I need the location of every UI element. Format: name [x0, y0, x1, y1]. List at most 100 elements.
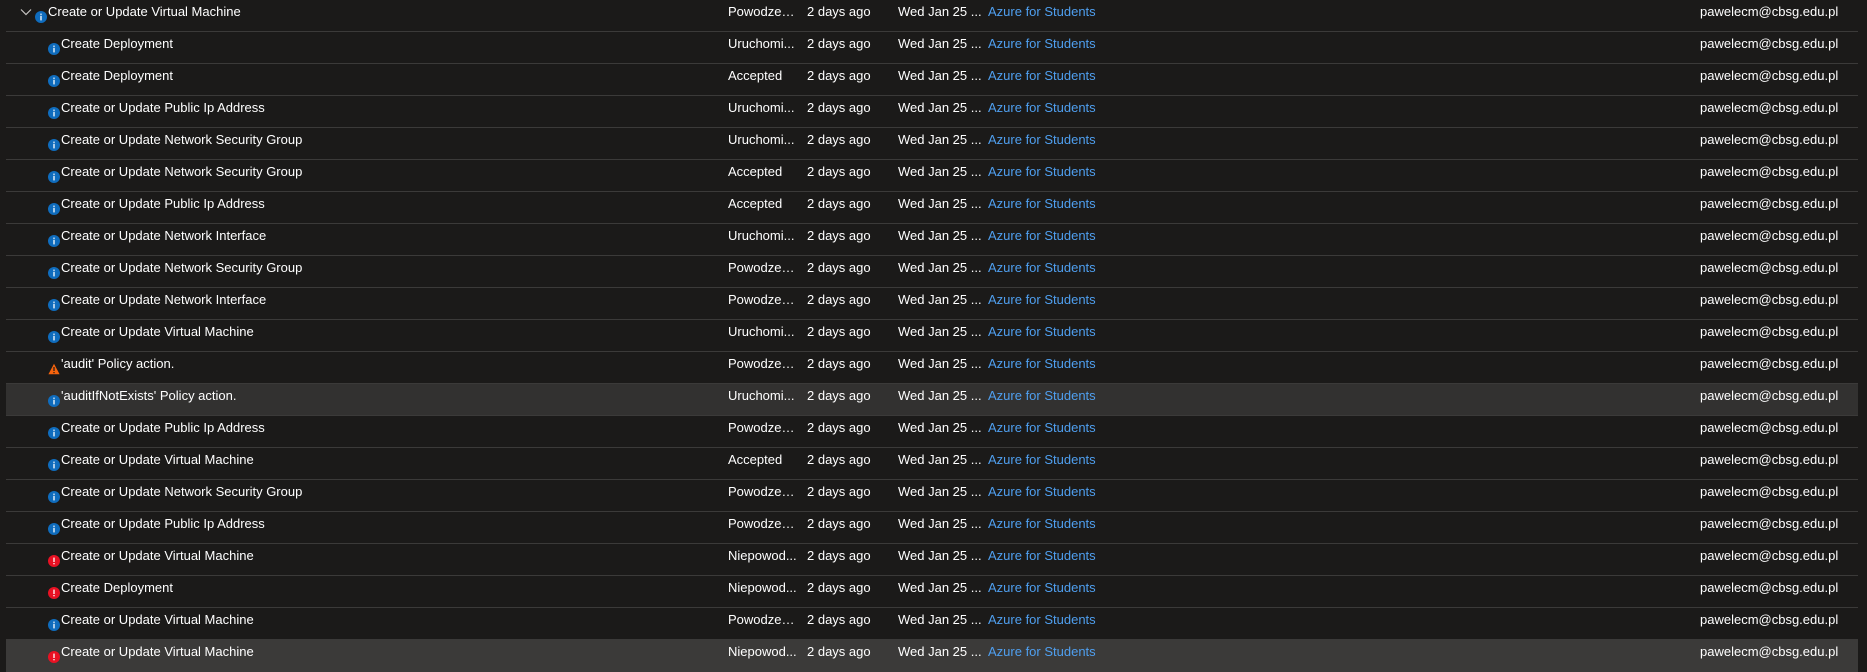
operation-name-cell[interactable]: Create or Update Virtual Machine	[6, 0, 706, 31]
table-row[interactable]: Create or Update Network Security Group …	[6, 256, 1858, 288]
table-row[interactable]: Create or Update Network Security Group …	[6, 480, 1858, 512]
operation-name: Create or Update Public Ip Address	[61, 100, 265, 115]
operation-name-cell[interactable]: Create or Update Virtual Machine	[6, 320, 706, 351]
time-cell: 2 days ago	[807, 612, 871, 627]
subscription-link[interactable]: Azure for Students	[988, 512, 1158, 543]
subscription-link[interactable]: Azure for Students	[988, 288, 1158, 319]
subscription-link[interactable]: Azure for Students	[988, 224, 1158, 255]
subscription-link[interactable]: Azure for Students	[988, 640, 1158, 671]
table-row[interactable]: Create or Update Virtual Machine Accepte…	[6, 448, 1858, 480]
event-initiated-by-cell: pawelecm@cbsg.edu.pl	[1700, 548, 1839, 563]
operation-name: Create or Update Virtual Machine	[61, 324, 254, 339]
error-icon	[48, 551, 60, 567]
table-row[interactable]: 'auditIfNotExists' Policy action. Urucho…	[6, 384, 1858, 416]
operation-name: Create or Update Network Security Group	[61, 164, 303, 179]
table-row[interactable]: Create or Update Public Ip Address Uruch…	[6, 96, 1858, 128]
operation-name: Create or Update Virtual Machine	[61, 644, 254, 659]
operation-name: Create or Update Virtual Machine	[48, 4, 241, 19]
status-cell: Niepowod...	[728, 644, 797, 659]
operation-name-cell[interactable]: 'audit' Policy action.	[6, 352, 706, 383]
subscription-link[interactable]: Azure for Students	[988, 64, 1158, 95]
operation-name-cell[interactable]: Create or Update Network Interface	[6, 288, 706, 319]
table-row[interactable]: Create or Update Public Ip Address Powod…	[6, 416, 1858, 448]
error-icon	[48, 647, 60, 663]
operation-name-cell[interactable]: Create or Update Public Ip Address	[6, 416, 706, 447]
event-initiated-by-cell: pawelecm@cbsg.edu.pl	[1700, 228, 1839, 243]
table-row[interactable]: 'audit' Policy action. Powodzenie 2 days…	[6, 352, 1858, 384]
subscription-link[interactable]: Azure for Students	[988, 576, 1158, 607]
operation-name-cell[interactable]: Create or Update Public Ip Address	[6, 96, 706, 127]
event-initiated-by-cell: pawelecm@cbsg.edu.pl	[1700, 36, 1839, 51]
event-initiated-by-cell: pawelecm@cbsg.edu.pl	[1700, 4, 1839, 19]
operation-name-cell[interactable]: Create or Update Virtual Machine	[6, 608, 706, 639]
subscription-link[interactable]: Azure for Students	[988, 32, 1158, 63]
time-cell: 2 days ago	[807, 484, 871, 499]
subscription-link[interactable]: Azure for Students	[988, 160, 1158, 191]
subscription-link[interactable]: Azure for Students	[988, 0, 1158, 31]
operation-name-cell[interactable]: Create or Update Virtual Machine	[6, 448, 706, 479]
table-row[interactable]: Create Deployment Uruchomi... 2 days ago…	[6, 32, 1858, 64]
event-initiated-by-cell: pawelecm@cbsg.edu.pl	[1700, 388, 1839, 403]
operation-name-cell[interactable]: Create or Update Network Security Group	[6, 480, 706, 511]
status-cell: Powodzenie	[728, 484, 798, 499]
operation-name: Create or Update Virtual Machine	[61, 612, 254, 627]
timestamp-cell: Wed Jan 25 ...	[898, 580, 982, 595]
table-row[interactable]: Create or Update Public Ip Address Powod…	[6, 512, 1858, 544]
table-row[interactable]: Create Deployment Accepted 2 days ago We…	[6, 64, 1858, 96]
operation-name-cell[interactable]: Create Deployment	[6, 64, 706, 95]
subscription-link[interactable]: Azure for Students	[988, 416, 1158, 447]
table-row[interactable]: Create or Update Public Ip Address Accep…	[6, 192, 1858, 224]
subscription-link[interactable]: Azure for Students	[988, 96, 1158, 127]
info-icon	[48, 103, 60, 119]
time-cell: 2 days ago	[807, 4, 871, 19]
table-row[interactable]: Create or Update Virtual Machine Powodze…	[6, 0, 1858, 32]
table-row[interactable]: Create or Update Virtual Machine Niepowo…	[6, 544, 1858, 576]
status-cell: Uruchomi...	[728, 36, 795, 51]
timestamp-cell: Wed Jan 25 ...	[898, 100, 982, 115]
table-row[interactable]: Create or Update Network Interface Powod…	[6, 288, 1858, 320]
table-row[interactable]: Create or Update Network Security Group …	[6, 160, 1858, 192]
operation-name-cell[interactable]: Create or Update Virtual Machine	[6, 544, 706, 575]
operation-name-cell[interactable]: Create or Update Network Security Group	[6, 128, 706, 159]
operation-name-cell[interactable]: Create or Update Network Interface	[6, 224, 706, 255]
status-cell: Uruchomi...	[728, 324, 795, 339]
operation-name-cell[interactable]: Create or Update Network Security Group	[6, 160, 706, 191]
status-cell: Powodzenie	[728, 420, 798, 435]
event-initiated-by-cell: pawelecm@cbsg.edu.pl	[1700, 516, 1839, 531]
info-icon	[48, 615, 60, 631]
operation-name-cell[interactable]: Create or Update Public Ip Address	[6, 192, 706, 223]
operation-name-cell[interactable]: Create Deployment	[6, 32, 706, 63]
chevron-down-icon[interactable]	[18, 4, 34, 20]
operation-name-cell[interactable]: 'auditIfNotExists' Policy action.	[6, 384, 706, 415]
subscription-link[interactable]: Azure for Students	[988, 544, 1158, 575]
operation-name-cell[interactable]: Create or Update Public Ip Address	[6, 512, 706, 543]
operation-name-cell[interactable]: Create or Update Network Security Group	[6, 256, 706, 287]
table-row[interactable]: Create or Update Virtual Machine Niepowo…	[6, 640, 1858, 672]
subscription-link[interactable]: Azure for Students	[988, 256, 1158, 287]
table-row[interactable]: Create or Update Network Security Group …	[6, 128, 1858, 160]
timestamp-cell: Wed Jan 25 ...	[898, 196, 982, 211]
table-row[interactable]: Create or Update Virtual Machine Powodze…	[6, 608, 1858, 640]
subscription-link[interactable]: Azure for Students	[988, 352, 1158, 383]
subscription-link[interactable]: Azure for Students	[988, 320, 1158, 351]
subscription-link[interactable]: Azure for Students	[988, 608, 1158, 639]
event-initiated-by-cell: pawelecm@cbsg.edu.pl	[1700, 100, 1839, 115]
time-cell: 2 days ago	[807, 100, 871, 115]
timestamp-cell: Wed Jan 25 ...	[898, 644, 982, 659]
subscription-link[interactable]: Azure for Students	[988, 384, 1158, 415]
operation-name: Create or Update Public Ip Address	[61, 516, 265, 531]
timestamp-cell: Wed Jan 25 ...	[898, 132, 982, 147]
event-initiated-by-cell: pawelecm@cbsg.edu.pl	[1700, 324, 1839, 339]
operation-name-cell[interactable]: Create or Update Virtual Machine	[6, 640, 706, 671]
subscription-link[interactable]: Azure for Students	[988, 448, 1158, 479]
operation-name: Create or Update Network Interface	[61, 292, 267, 307]
subscription-link[interactable]: Azure for Students	[988, 480, 1158, 511]
table-row[interactable]: Create Deployment Niepowod... 2 days ago…	[6, 576, 1858, 608]
operation-name-cell[interactable]: Create Deployment	[6, 576, 706, 607]
event-initiated-by-cell: pawelecm@cbsg.edu.pl	[1700, 420, 1839, 435]
info-icon	[48, 167, 60, 183]
subscription-link[interactable]: Azure for Students	[988, 192, 1158, 223]
subscription-link[interactable]: Azure for Students	[988, 128, 1158, 159]
table-row[interactable]: Create or Update Virtual Machine Uruchom…	[6, 320, 1858, 352]
table-row[interactable]: Create or Update Network Interface Uruch…	[6, 224, 1858, 256]
